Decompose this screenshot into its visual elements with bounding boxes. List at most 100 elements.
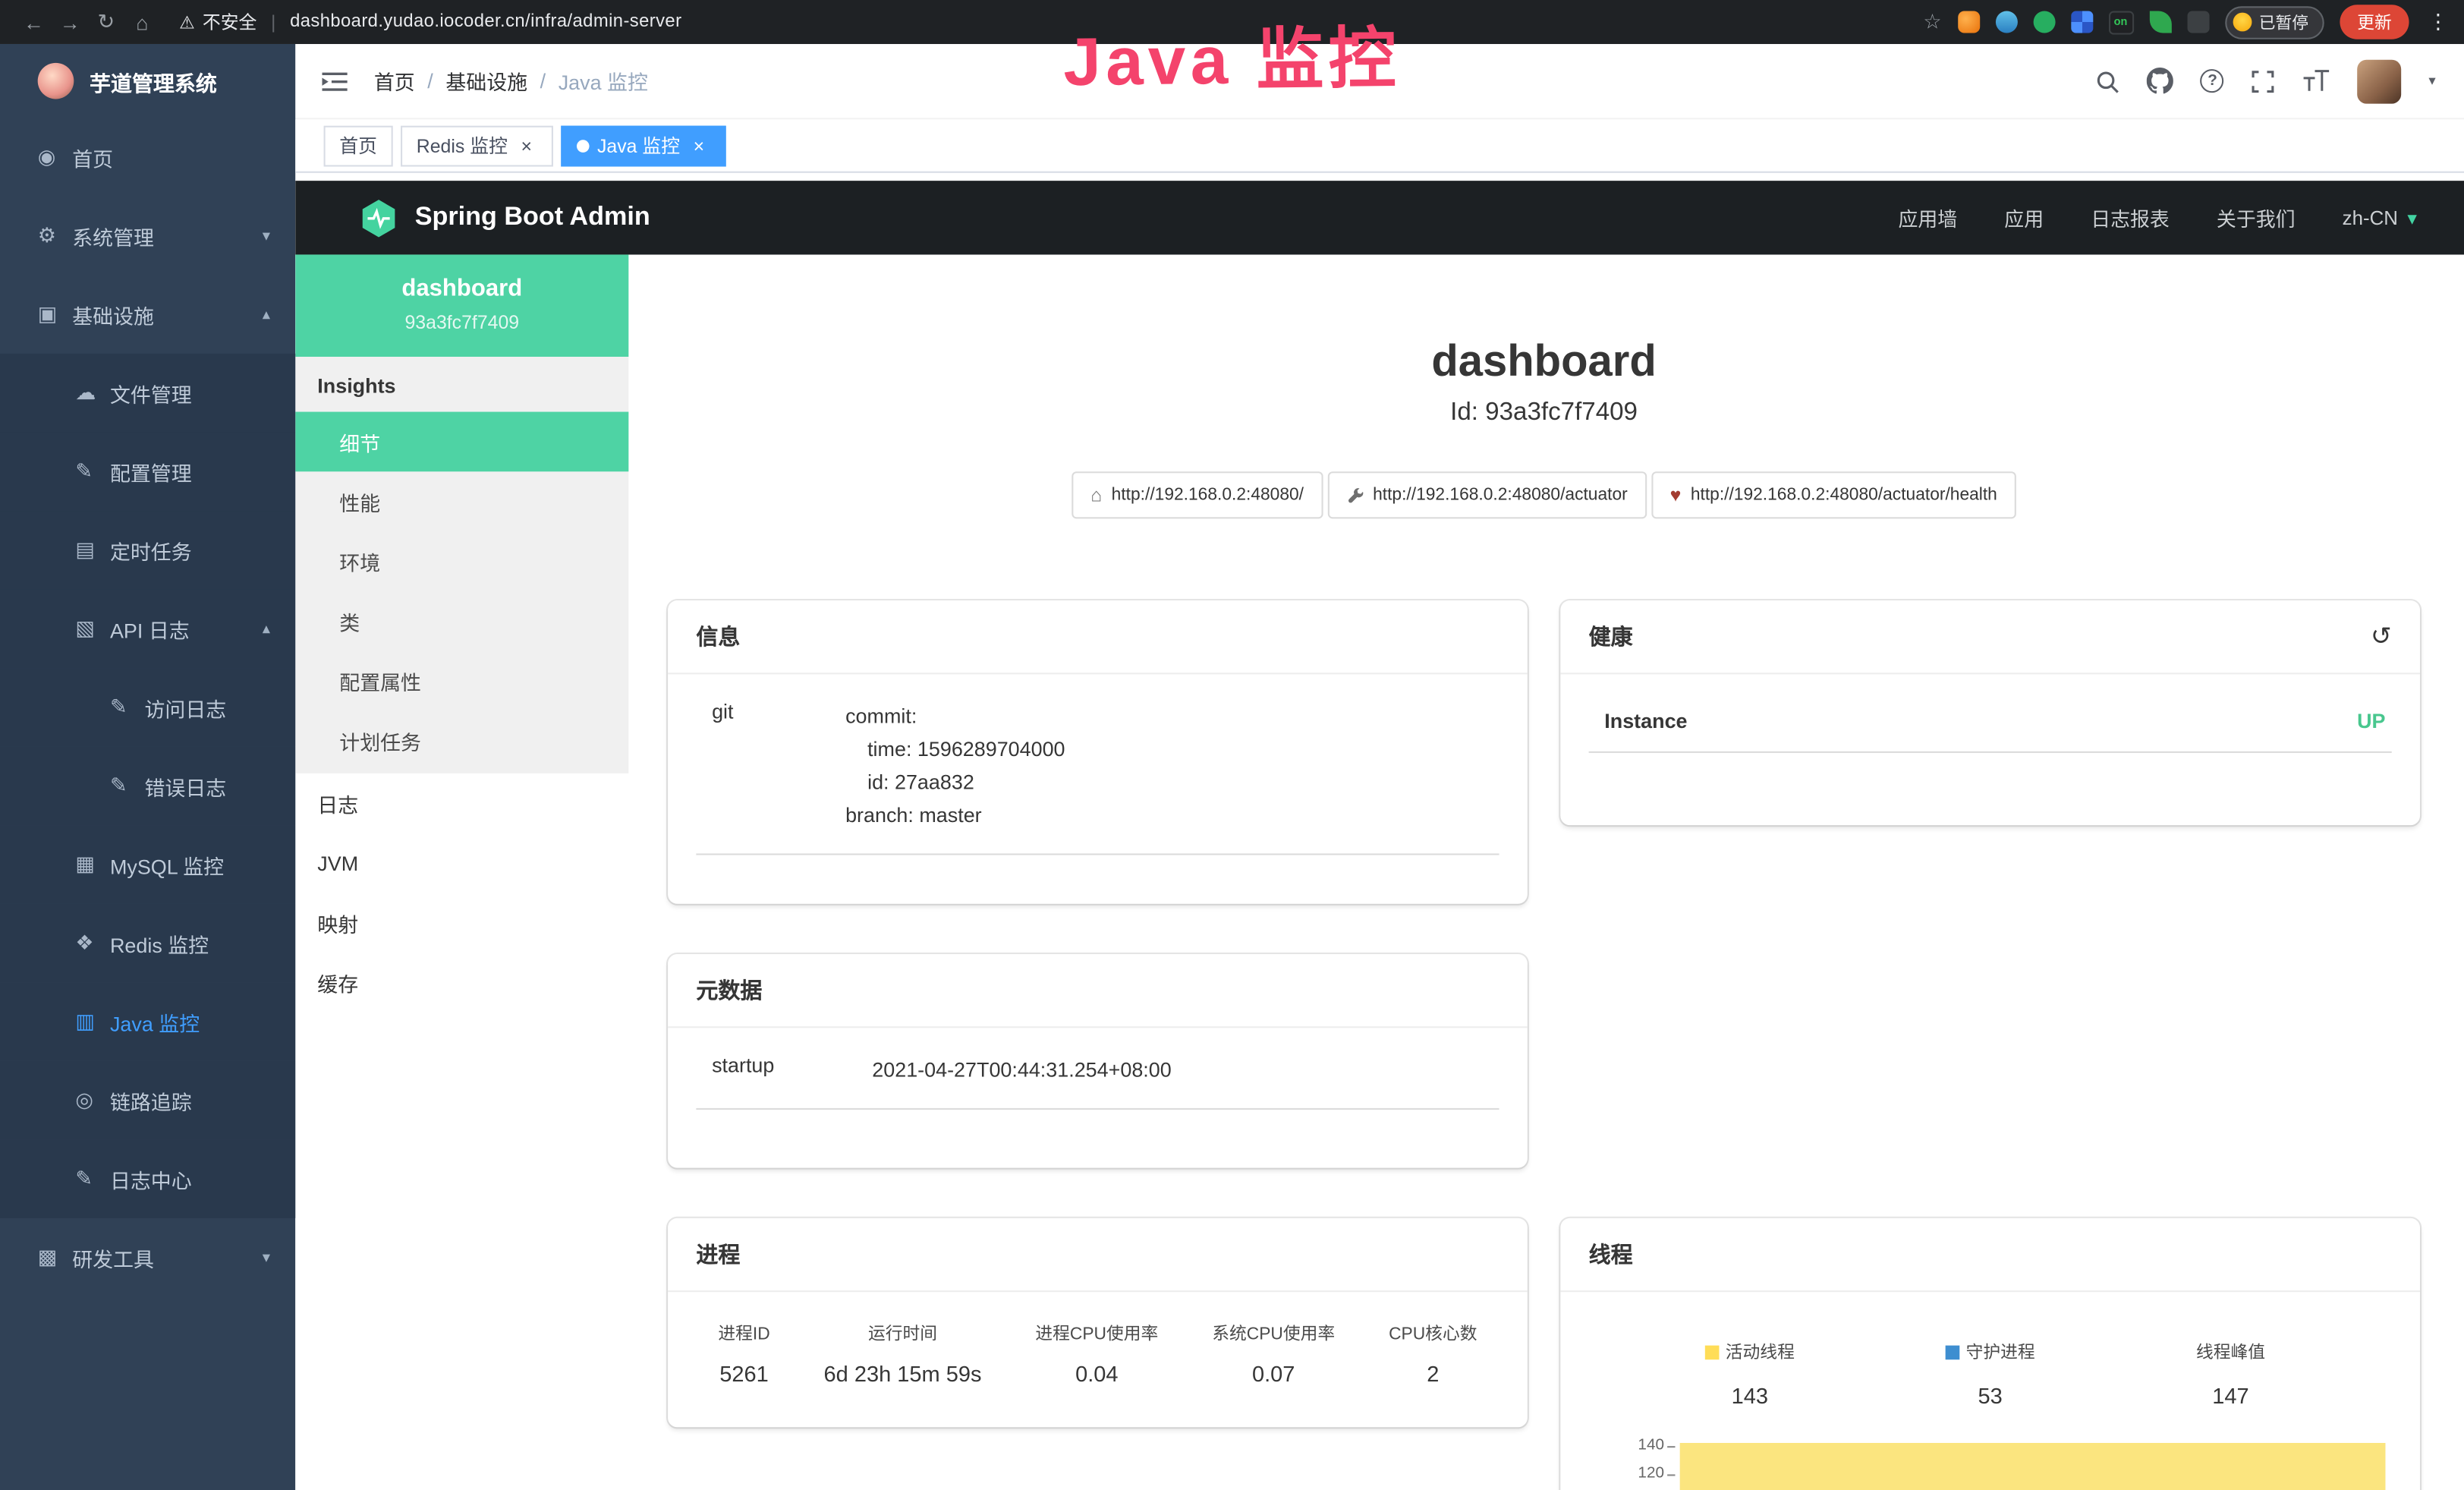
forward-icon[interactable]: → (52, 10, 88, 33)
sidebar-item-mysql-monitor[interactable]: ▦ MySQL 监控 (0, 825, 295, 904)
spring-boot-admin-frame: Spring Boot Admin 应用墙 应用 日志报表 关于我们 zh-CN… (295, 181, 2464, 1490)
legend-daemon-threads: 守护进程 53 (1870, 1339, 2110, 1408)
extension-fox-icon[interactable] (1957, 11, 1979, 33)
extension-grid-icon[interactable] (2070, 11, 2092, 33)
update-button[interactable]: 更新 (2340, 5, 2409, 39)
reload-icon[interactable]: ↻ (88, 9, 124, 34)
back-icon[interactable]: ← (16, 10, 52, 33)
stat-value: 0.04 (1035, 1361, 1158, 1386)
history-icon[interactable]: ↺ (2371, 621, 2392, 652)
sba-menu-performance[interactable]: 性能 (295, 471, 628, 531)
sidebar-item-home[interactable]: ◉ 首页 (0, 118, 295, 197)
close-tab-icon[interactable]: × (688, 134, 710, 156)
legend-peak-threads: 线程峰值 147 (2110, 1339, 2351, 1408)
sidebar-item-label: 配置管理 (110, 457, 192, 487)
paused-badge[interactable]: 已暂停 (2224, 5, 2324, 38)
health-url-button[interactable]: ♥ http://192.168.0.2:48080/actuator/heal… (1651, 471, 2016, 518)
user-menu-caret-icon[interactable]: ▾ (2428, 72, 2435, 90)
legend-label: 线程峰值 (2196, 1339, 2265, 1364)
user-avatar[interactable] (2358, 59, 2402, 103)
sba-menu-config-props[interactable]: 配置属性 (295, 650, 628, 710)
tab-home[interactable]: 首页 (324, 125, 393, 166)
metadata-card-title: 元数据 (696, 975, 762, 1006)
sidebar-item-java-monitor[interactable]: ▥ Java 监控 (0, 982, 295, 1061)
sidebar-item-access-logs[interactable]: ✎ 访问日志 (0, 668, 295, 747)
actuator-url-button[interactable]: http://192.168.0.2:48080/actuator (1327, 471, 1647, 518)
address-url[interactable]: dashboard.yudao.iocoder.cn/infra/admin-s… (290, 13, 681, 32)
browser-chrome: ← → ↻ ⌂ ⚠ 不安全 | dashboard.yudao.iocoder.… (0, 0, 2464, 44)
sidebar-item-scheduled-jobs[interactable]: ▤ 定时任务 (0, 511, 295, 590)
sba-nav-journal[interactable]: 日志报表 (2091, 203, 2170, 232)
chevron-down-icon: ▾ (263, 1249, 270, 1266)
metadata-key: startup (696, 1053, 872, 1085)
sba-nav-applications[interactable]: 应用 (2004, 203, 2044, 232)
sba-sidebar: dashboard 93a3fc7f7409 Insights 细节 性能 环境… (295, 254, 628, 1490)
bookmark-star-icon[interactable]: ☆ (1923, 9, 1941, 34)
yaxis-tick: 140 (1598, 1437, 1664, 1465)
sidebar-item-error-logs[interactable]: ✎ 错误日志 (0, 747, 295, 826)
sba-language-select[interactable]: zh-CN ▾ (2343, 206, 2417, 228)
sidebar-item-tracing[interactable]: ◎ 链路追踪 (0, 1061, 295, 1140)
sba-instance-header[interactable]: dashboard 93a3fc7f7409 (295, 254, 628, 357)
info-card: 信息 git commit: time: 1596289704000 id: 2… (668, 600, 1528, 904)
extension-drop-icon[interactable] (1995, 11, 2017, 33)
browser-menu-icon[interactable]: ⋮ (2428, 9, 2448, 34)
github-icon[interactable] (2148, 68, 2174, 94)
stat-value: 0.07 (1212, 1361, 1335, 1386)
log-icon: ▧ (75, 616, 110, 641)
extension-on-icon[interactable]: on (2108, 10, 2133, 33)
sba-brand[interactable]: Spring Boot Admin (358, 197, 650, 238)
extension-green-circle-icon[interactable] (2033, 11, 2055, 33)
sidebar-item-label: API 日志 (110, 614, 190, 644)
sidebar-item-label: Redis 监控 (110, 928, 209, 958)
extension-leaf-icon[interactable] (2149, 11, 2171, 33)
app-logo[interactable]: 芋道管理系统 (0, 44, 295, 118)
tab-redis-monitor[interactable]: Redis 监控 × (401, 125, 553, 166)
font-size-icon[interactable] (2303, 69, 2331, 93)
metadata-startup-row: startup 2021-04-27T00:44:31.254+08:00 (696, 1050, 1499, 1110)
sidebar-item-label: 基础设施 (72, 299, 154, 329)
fullscreen-icon[interactable] (2251, 68, 2276, 93)
sba-menu-mappings[interactable]: 映射 (295, 893, 628, 953)
health-url: http://192.168.0.2:48080/actuator/health (1691, 486, 1997, 505)
cloud-icon: ☁ (75, 380, 110, 405)
sidebar-item-log-center[interactable]: ✎ 日志中心 (0, 1139, 295, 1218)
sidebar-item-label: MySQL 监控 (110, 849, 224, 879)
monitor-icon: ▣ (38, 302, 73, 327)
sidebar-item-file-management[interactable]: ☁ 文件管理 (0, 354, 295, 433)
instance-name: dashboard (305, 275, 619, 301)
sidebar-item-config-management[interactable]: ✎ 配置管理 (0, 432, 295, 511)
actuator-url: http://192.168.0.2:48080/actuator (1373, 486, 1628, 505)
breadcrumb-separator: / (540, 69, 546, 93)
sba-menu-jvm[interactable]: JVM (295, 833, 628, 893)
extension-puzzle-icon[interactable] (2187, 11, 2209, 33)
instance-url-button[interactable]: ⌂ http://192.168.0.2:48080/ (1072, 471, 1322, 518)
tab-java-monitor[interactable]: Java 监控 × (561, 125, 725, 166)
close-tab-icon[interactable]: × (515, 134, 537, 156)
process-stat: 运行时间 6d 23h 15m 59s (824, 1320, 982, 1386)
home-icon[interactable]: ⌂ (124, 10, 161, 33)
sidebar-item-api-logs[interactable]: ▧ API 日志 ▴ (0, 590, 295, 669)
help-icon[interactable]: ? (2201, 69, 2224, 93)
process-stat: CPU核心数 2 (1389, 1320, 1477, 1386)
sba-menu-logs[interactable]: 日志 (295, 773, 628, 833)
sidebar-item-system-management[interactable]: ⚙ 系统管理 ▾ (0, 197, 295, 276)
security-indicator[interactable]: ⚠ 不安全 (179, 9, 256, 34)
instance-url: http://192.168.0.2:48080/ (1112, 486, 1304, 505)
edit-icon: ✎ (75, 1167, 110, 1192)
sba-menu-caches[interactable]: 缓存 (295, 953, 628, 1013)
sidebar-item-dev-tools[interactable]: ▩ 研发工具 ▾ (0, 1218, 295, 1297)
sba-nav-about[interactable]: 关于我们 (2217, 203, 2296, 232)
collapse-sidebar-icon[interactable] (320, 67, 348, 95)
breadcrumb-infrastructure[interactable]: 基础设施 (445, 66, 527, 96)
breadcrumb-home[interactable]: 首页 (374, 66, 415, 96)
sba-menu-details[interactable]: 细节 (295, 412, 628, 472)
instance-links: ⌂ http://192.168.0.2:48080/ http://192.1… (668, 471, 2420, 518)
sba-menu-scheduled-tasks[interactable]: 计划任务 (295, 710, 628, 770)
sidebar-item-redis-monitor[interactable]: ❖ Redis 监控 (0, 904, 295, 983)
sba-menu-classes[interactable]: 类 (295, 591, 628, 651)
sba-menu-environment[interactable]: 环境 (295, 531, 628, 591)
search-icon[interactable] (2095, 68, 2120, 93)
sidebar-item-infrastructure[interactable]: ▣ 基础设施 ▴ (0, 275, 295, 354)
sba-nav-wallboard[interactable]: 应用墙 (1898, 203, 1957, 232)
